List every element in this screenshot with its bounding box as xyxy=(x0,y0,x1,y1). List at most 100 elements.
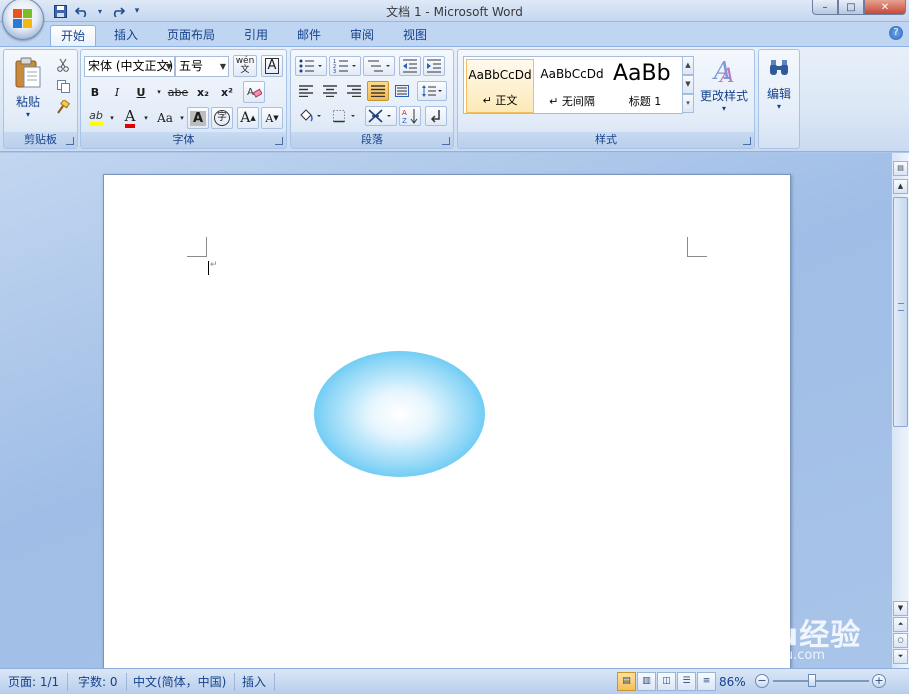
scroll-down-button[interactable]: ▼ xyxy=(893,601,908,616)
change-case-dropdown-icon[interactable]: ▾ xyxy=(178,107,186,129)
justify-button[interactable] xyxy=(367,81,389,101)
close-button[interactable]: ✕ xyxy=(864,0,906,15)
paragraph-launcher-icon[interactable] xyxy=(442,137,450,145)
prev-page-button[interactable]: ⏶ xyxy=(893,617,908,632)
outline-view-icon[interactable]: ☰ xyxy=(677,672,696,691)
show-marks-button[interactable] xyxy=(425,106,447,126)
zoom-slider-thumb[interactable] xyxy=(808,674,816,687)
underline-dropdown-icon[interactable]: ▾ xyxy=(155,82,163,102)
clear-formatting-button[interactable]: A xyxy=(243,81,265,103)
browse-object-button[interactable]: ○ xyxy=(893,633,908,648)
draft-view-icon[interactable]: ≡ xyxy=(697,672,716,691)
strikethrough-button[interactable]: abe xyxy=(166,82,190,102)
help-icon[interactable]: ? xyxy=(889,26,903,40)
zoom-out-button[interactable]: − xyxy=(755,674,769,688)
style-normal-sample: AaBbCcDd xyxy=(468,68,532,82)
undo-icon[interactable] xyxy=(74,3,90,19)
font-size-combo[interactable]: 五号 ▼ xyxy=(175,56,229,77)
full-screen-reading-view-icon[interactable]: ▥ xyxy=(637,672,656,691)
office-button[interactable] xyxy=(2,0,44,40)
increase-indent-button[interactable] xyxy=(423,56,445,76)
bold-button[interactable]: B xyxy=(85,82,105,102)
highlight-button[interactable]: ab xyxy=(85,107,107,129)
numbering-button[interactable]: 123 xyxy=(329,56,361,76)
cut-button[interactable] xyxy=(54,56,72,74)
font-name-combo[interactable]: 宋体 (中文正文) ▼ xyxy=(84,56,175,77)
gallery-down-button[interactable]: ▼ xyxy=(682,75,694,94)
tab-view[interactable]: 视图 xyxy=(393,25,437,46)
zoom-in-button[interactable]: + xyxy=(872,674,886,688)
ruler-toggle-icon[interactable]: ▤ xyxy=(893,161,908,176)
status-word-count[interactable]: 字数: 0 xyxy=(70,673,127,691)
status-language[interactable]: 中文(简体，中国) xyxy=(125,673,236,691)
scroll-up-button[interactable]: ▲ xyxy=(893,179,908,194)
phonetic-guide-button[interactable]: wén 文 xyxy=(233,55,257,77)
italic-button[interactable]: I xyxy=(107,82,127,102)
highlight-dropdown-icon[interactable]: ▾ xyxy=(108,107,116,129)
maximize-button[interactable]: □ xyxy=(838,0,864,15)
superscript-button[interactable]: x² xyxy=(216,82,238,102)
font-launcher-icon[interactable] xyxy=(275,137,283,145)
align-right-button[interactable] xyxy=(343,81,365,101)
shrink-font-button[interactable]: A ▼ xyxy=(261,107,283,129)
char-shading-button[interactable]: A xyxy=(187,107,209,129)
grow-font-button[interactable]: A ▲ xyxy=(237,107,259,129)
gallery-up-button[interactable]: ▲ xyxy=(682,56,694,75)
bullets-button[interactable] xyxy=(295,56,327,76)
status-insert-mode[interactable]: 插入 xyxy=(234,673,276,691)
shading-button[interactable] xyxy=(295,106,327,126)
undo-dropdown-icon[interactable]: ▾ xyxy=(96,3,104,19)
gallery-more-button[interactable]: ▾ xyxy=(682,94,694,113)
next-page-button[interactable]: ⏷ xyxy=(893,649,908,664)
web-layout-view-icon[interactable]: ◫ xyxy=(657,672,676,691)
style-heading-1[interactable]: AaBb 标题 1 xyxy=(610,59,680,113)
font-color-dropdown-icon[interactable]: ▾ xyxy=(142,107,150,129)
tab-mailings[interactable]: 邮件 xyxy=(287,25,331,46)
decrease-indent-button[interactable] xyxy=(399,56,421,76)
chinese-layout-button[interactable] xyxy=(365,106,397,126)
minimize-button[interactable]: – xyxy=(812,0,838,15)
document-page[interactable]: ↵ xyxy=(103,174,791,668)
vertical-scrollbar[interactable]: ▤ ▲ ▼ ⏶ ○ ⏷ xyxy=(891,153,909,668)
enclose-char-button[interactable]: 字 xyxy=(211,107,233,129)
status-page[interactable]: 页面: 1/1 xyxy=(0,673,69,691)
ellipse-shape[interactable] xyxy=(314,351,485,477)
change-styles-button[interactable]: A A 更改样式 ▾ xyxy=(697,54,751,120)
multilevel-list-button[interactable] xyxy=(363,56,395,76)
font-color-button[interactable]: A xyxy=(119,107,141,129)
tab-references[interactable]: 引用 xyxy=(234,25,278,46)
clipboard-launcher-icon[interactable] xyxy=(66,137,74,145)
zoom-level[interactable]: 86% xyxy=(719,673,746,691)
line-spacing-icon xyxy=(422,85,442,97)
sort-icon: AZ xyxy=(402,109,418,124)
zoom-slider-track[interactable] xyxy=(773,680,869,682)
styles-launcher-icon[interactable] xyxy=(743,137,751,145)
scroll-thumb[interactable] xyxy=(893,197,908,427)
align-left-button[interactable] xyxy=(295,81,317,101)
save-icon[interactable] xyxy=(52,3,68,19)
tab-review[interactable]: 审阅 xyxy=(340,25,384,46)
change-case-button[interactable]: Aa xyxy=(153,107,177,129)
document-workspace[interactable]: ↵ xyxy=(0,153,891,668)
subscript-button[interactable]: x₂ xyxy=(192,82,214,102)
print-layout-view-icon[interactable]: ▤ xyxy=(617,672,636,691)
redo-icon[interactable] xyxy=(110,3,126,19)
sort-button[interactable]: AZ xyxy=(399,106,421,126)
borders-button[interactable] xyxy=(329,106,361,126)
styles-gallery-scroll: ▲ ▼ ▾ xyxy=(682,56,694,114)
style-no-spacing[interactable]: AaBbCcDd ↵ 无间隔 xyxy=(538,59,606,113)
align-center-button[interactable] xyxy=(319,81,341,101)
line-spacing-button[interactable] xyxy=(417,81,447,101)
paste-button[interactable]: 粘贴 ▾ xyxy=(8,54,48,122)
editing-button[interactable]: 编辑 ▾ xyxy=(763,54,795,122)
customize-qat-icon[interactable]: ▾ xyxy=(132,3,142,19)
copy-button[interactable] xyxy=(54,77,72,95)
distributed-button[interactable] xyxy=(391,81,413,101)
tab-page-layout[interactable]: 页面布局 xyxy=(157,25,225,46)
format-painter-button[interactable] xyxy=(54,98,72,116)
style-normal[interactable]: AaBbCcDd ↵ 正文 xyxy=(466,59,534,113)
tab-home[interactable]: 开始 xyxy=(50,25,97,46)
underline-button[interactable]: U xyxy=(129,82,153,102)
char-border-button[interactable]: A xyxy=(261,55,283,77)
tab-insert[interactable]: 插入 xyxy=(104,25,148,46)
